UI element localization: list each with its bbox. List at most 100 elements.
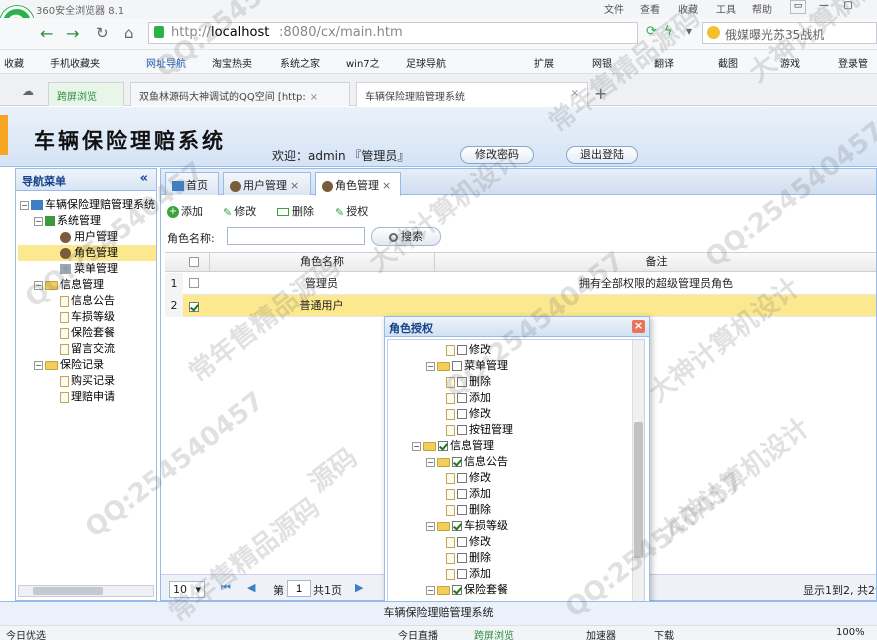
cloud-icon[interactable]: ☁ — [22, 84, 34, 98]
sidebar-group-system[interactable]: − 系统管理 — [34, 213, 101, 229]
tree-leaf-node[interactable]: 修改 — [446, 342, 491, 358]
sidebar-item-notice[interactable]: 信息公告 — [60, 293, 115, 309]
sidebar-item-users[interactable]: 用户管理 — [60, 229, 118, 245]
edit-button[interactable]: ✎ 修改 — [223, 203, 256, 219]
ext-button[interactable]: 扩展 — [534, 55, 554, 70]
menu-tools[interactable]: 工具 — [716, 1, 736, 16]
tree-folder-node[interactable]: − 菜单管理 — [426, 358, 508, 374]
checkbox[interactable] — [457, 473, 467, 483]
bookmark-favorites[interactable]: 收藏 — [4, 55, 24, 70]
refresh-icon[interactable]: ↻ — [96, 24, 109, 42]
tab-app[interactable]: 车辆保险理赔管理系统 × — [356, 82, 588, 107]
close-icon[interactable]: × — [632, 320, 645, 333]
bank-button[interactable]: 网银 — [592, 55, 612, 70]
tree-leaf-node[interactable]: 添加 — [446, 566, 491, 582]
back-icon[interactable]: ← — [40, 24, 53, 43]
address-bar[interactable]: http:// localhost :8080/cx/main.htm — [148, 22, 638, 44]
logout-button[interactable]: 退出登陆 — [566, 146, 638, 164]
select-all-checkbox[interactable] — [189, 257, 199, 267]
table-row-selected[interactable]: 2 普通用户 — [165, 295, 876, 317]
bookmark-football[interactable]: 足球导航 — [406, 55, 446, 70]
checkbox[interactable] — [457, 537, 467, 547]
skin-icon[interactable]: ▭ — [790, 0, 806, 14]
tree-leaf-node[interactable]: 删除 — [446, 374, 491, 390]
forward-icon[interactable]: → — [66, 24, 79, 43]
delete-button[interactable]: 删除 — [277, 203, 314, 219]
status-today-pick[interactable]: 今日优选 — [6, 627, 46, 640]
status-accelerator[interactable]: 加速器 — [586, 627, 616, 640]
page-number-input[interactable] — [287, 580, 311, 597]
checkbox[interactable] — [452, 361, 462, 371]
checkbox[interactable] — [457, 345, 467, 355]
tree-leaf-node[interactable]: 添加 — [446, 486, 491, 502]
sidebar-item-message[interactable]: 留言交流 — [60, 341, 115, 357]
tree-leaf-node[interactable]: 删除 — [446, 550, 491, 566]
menu-help[interactable]: 帮助 — [752, 1, 772, 16]
checkbox[interactable] — [457, 377, 467, 387]
dropdown-icon[interactable]: ▾ — [686, 24, 692, 38]
maximize-icon[interactable]: ▢ — [840, 0, 856, 14]
tree-root[interactable]: − 车辆保险理赔管理系统 — [20, 197, 155, 213]
sidebar-item-roles[interactable]: 角色管理 — [18, 245, 156, 261]
bookmark-taobao[interactable]: 淘宝热卖 — [212, 55, 252, 70]
reload-green-icon[interactable]: ⟳ — [646, 24, 657, 39]
checkbox[interactable] — [457, 553, 467, 563]
table-row[interactable]: 1 管理员 拥有全部权限的超级管理员角色 — [165, 273, 876, 295]
row-checkbox[interactable] — [189, 278, 199, 288]
change-password-button[interactable]: 修改密码 — [460, 146, 534, 164]
tree-folder-node[interactable]: − 信息公告 — [426, 454, 508, 470]
sidebar-item-purchase[interactable]: 购买记录 — [60, 373, 115, 389]
menu-file[interactable]: 文件 — [604, 1, 624, 16]
column-note[interactable]: 备注 — [434, 253, 876, 271]
lightning-icon[interactable]: ϟ — [664, 24, 673, 39]
role-name-input[interactable] — [227, 227, 365, 245]
row-checkbox-checked[interactable] — [189, 302, 199, 312]
sidebar-item-claim[interactable]: 理赔申请 — [60, 389, 115, 405]
home-icon[interactable]: ⌂ — [124, 24, 134, 42]
game-button[interactable]: 游戏 — [780, 55, 800, 70]
checkbox[interactable] — [457, 409, 467, 419]
bookmark-nav[interactable]: 网址导航 — [146, 55, 186, 70]
tab-home[interactable]: 首页 — [165, 172, 219, 195]
tree-folder-node[interactable]: − 信息管理 — [412, 438, 494, 454]
checked-checkbox[interactable] — [452, 585, 462, 595]
tree-leaf-node[interactable]: 修改 — [446, 470, 491, 486]
tab-roles[interactable]: 角色管理 × — [315, 172, 401, 196]
tree-leaf-node[interactable]: 按钮管理 — [446, 422, 513, 438]
checkbox[interactable] — [457, 489, 467, 499]
checkbox[interactable] — [457, 505, 467, 515]
sidebar-item-damage[interactable]: 车损等级 — [60, 309, 115, 325]
status-zoom[interactable]: 100% — [836, 627, 865, 638]
tree-scrollbar[interactable] — [632, 340, 644, 602]
bookmark-mobile[interactable]: 手机收藏夹 — [50, 55, 100, 70]
sidebar-item-menus[interactable]: 菜单管理 — [60, 261, 118, 277]
sidebar-scrollbar[interactable] — [18, 585, 154, 597]
tree-leaf-node[interactable]: 修改 — [446, 534, 491, 550]
minimize-icon[interactable]: — — [816, 0, 832, 14]
tree-leaf-node[interactable]: 修改 — [446, 406, 491, 422]
tree-folder-node[interactable]: − 车损等级 — [426, 518, 508, 534]
column-role-name[interactable]: 角色名称 — [209, 253, 434, 271]
tree-leaf-node[interactable]: 添加 — [446, 390, 491, 406]
menu-favorites[interactable]: 收藏 — [678, 1, 698, 16]
status-download[interactable]: 下载 — [654, 627, 674, 640]
bookmark-win7[interactable]: win7之 — [346, 55, 380, 70]
tree-folder-node[interactable]: − 保险套餐 — [426, 582, 508, 598]
sidebar-group-info[interactable]: − 信息管理 — [34, 277, 104, 293]
checked-checkbox[interactable] — [438, 441, 448, 451]
tree-leaf-node[interactable]: 删除 — [446, 502, 491, 518]
menu-view[interactable]: 查看 — [640, 1, 660, 16]
grant-button[interactable]: ✎ 授权 — [335, 203, 368, 219]
collapse-icon[interactable]: « — [140, 171, 148, 186]
search-field[interactable]: 俄媒曝光苏35战机 — [702, 22, 877, 44]
new-tab-icon[interactable]: + — [594, 84, 607, 103]
checkbox[interactable] — [457, 569, 467, 579]
screenshot-button[interactable]: 截图 — [718, 55, 738, 70]
next-page-icon[interactable]: ▶ — [355, 581, 363, 594]
checkbox[interactable] — [457, 393, 467, 403]
status-cross-screen[interactable]: 跨屏浏览 — [474, 627, 514, 640]
status-live[interactable]: 今日直播 — [398, 627, 438, 640]
tab-users[interactable]: 用户管理 × — [223, 172, 311, 195]
page-size-select[interactable]: 10 ▾ — [169, 581, 205, 598]
first-page-icon[interactable]: ⏮ — [221, 581, 231, 595]
